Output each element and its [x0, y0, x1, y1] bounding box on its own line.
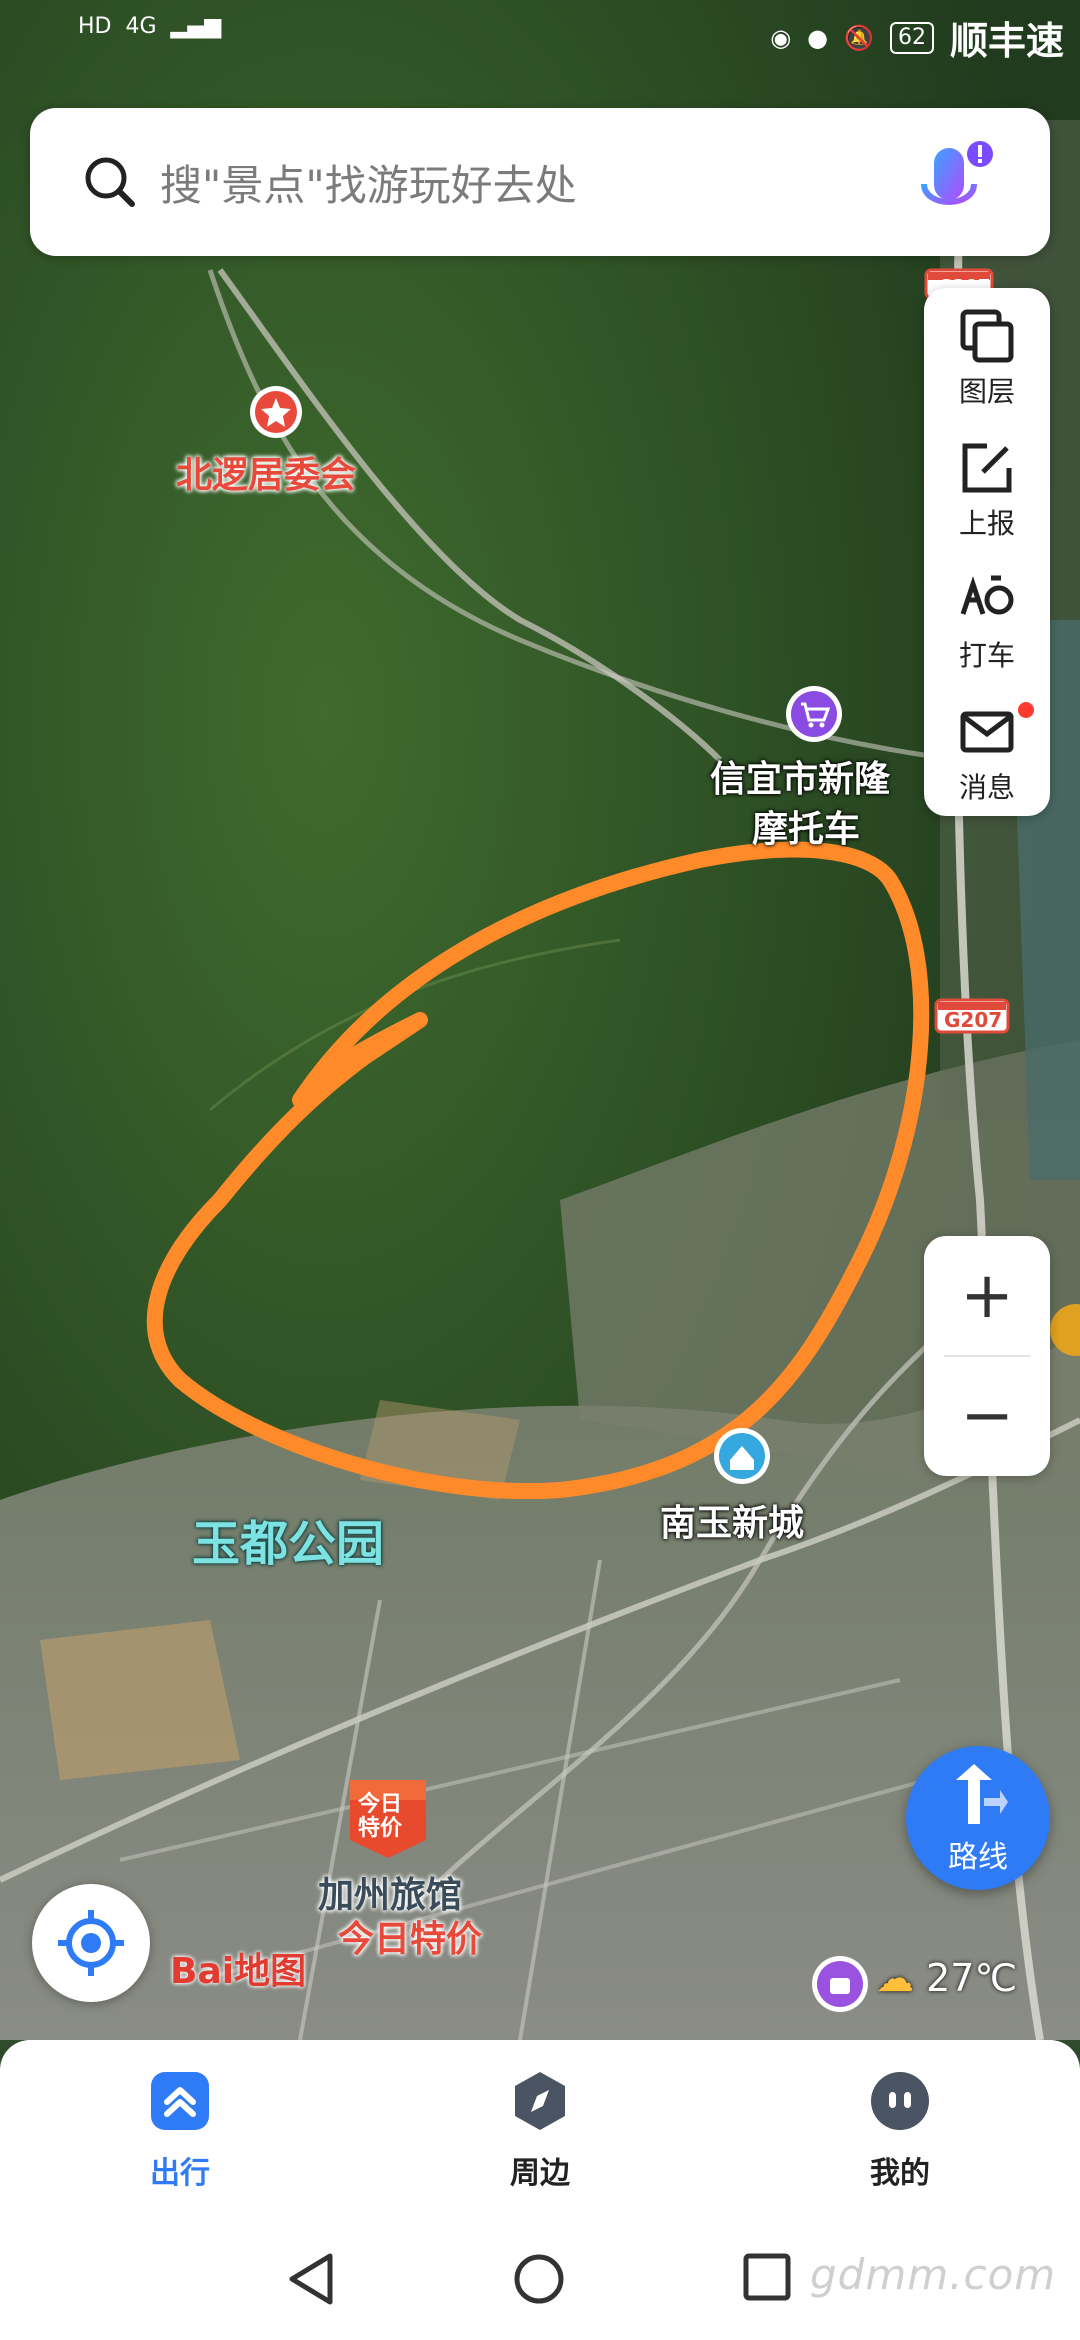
zoom-control: + −	[924, 1236, 1050, 1476]
poi-pin-shopping	[812, 1956, 868, 2012]
nav-nearby-label: 周边	[510, 2156, 570, 2191]
toolbar-messages-label: 消息	[958, 771, 1015, 804]
nav-travel[interactable]: 出行	[80, 2070, 280, 2192]
weather-temp: 27℃	[926, 1956, 1018, 2000]
location-icon: ●	[807, 23, 829, 52]
recents-icon[interactable]	[742, 2252, 792, 2302]
toolbar-taxi-label: 打车	[958, 639, 1015, 672]
layers-icon	[960, 309, 1014, 363]
mail-icon	[960, 711, 1014, 753]
poi-pin-newcity	[714, 1428, 770, 1484]
label-committee[interactable]: 北逻居委会	[176, 446, 356, 498]
label-nanyu-new-city[interactable]: 南玉新城	[660, 1494, 804, 1546]
unread-dot	[1018, 702, 1034, 718]
travel-icon	[151, 2072, 209, 2130]
eye-icon: ◉	[770, 23, 792, 52]
network-indicator: 4G	[125, 14, 157, 39]
route-arrow-icon	[956, 1764, 1008, 1824]
map-toolbar: 图层 上报 打车 消息	[924, 288, 1050, 816]
profile-icon	[871, 2072, 929, 2130]
app-hint: 顺丰速	[949, 19, 1064, 63]
signal-icon: ▂▄▆	[170, 14, 222, 39]
zoom-out-button[interactable]: −	[924, 1356, 1050, 1476]
toolbar-layers-label: 图层	[958, 375, 1015, 408]
report-edit-icon	[962, 443, 1012, 493]
label-motorcycle-shop-line2[interactable]: 摩托车	[752, 800, 860, 852]
nav-profile-label: 我的	[870, 2156, 930, 2191]
poi-pin-committee	[250, 386, 302, 438]
label-yudu-park[interactable]: 玉都公园	[192, 1504, 384, 1574]
label-motorcycle-shop-line1[interactable]: 信宜市新隆	[710, 750, 890, 802]
baidu-map-logo: Bai地图	[170, 1951, 307, 1992]
search-icon	[85, 157, 135, 207]
back-icon[interactable]	[286, 2252, 336, 2306]
hd-indicator: HD	[78, 14, 112, 39]
promo-badge-line2: 特价	[358, 1816, 403, 1841]
toolbar-messages[interactable]: 消息	[924, 684, 1050, 816]
nav-travel-label: 出行	[150, 2156, 210, 2191]
search-placeholder[interactable]: 搜"景点"找游玩好去处	[160, 152, 577, 213]
taxi-icon	[960, 575, 1014, 615]
nav-profile[interactable]: 我的	[800, 2070, 1000, 2192]
weather-widget[interactable]: ☁ 27℃	[876, 1956, 1017, 2000]
watermark: gdmm.com	[810, 2250, 1057, 2299]
voice-mic-icon[interactable]	[906, 136, 996, 236]
satellite-map[interactable]: 北逻居委会 信宜市新隆 摩托车 南玉新城 玉都公园 今日 特价 加州旅馆 今日特…	[0, 0, 1080, 2040]
search-bar[interactable]: 搜"景点"找游玩好去处	[30, 108, 1050, 256]
weather-icon: ☁	[876, 1956, 914, 2000]
toolbar-taxi[interactable]: 打车	[924, 552, 1050, 684]
label-hotel-promo[interactable]: 今日特价	[338, 1910, 482, 1962]
toolbar-layers[interactable]: 图层	[924, 288, 1050, 420]
road-badge-label-mid: G207	[944, 1008, 1003, 1032]
nav-nearby[interactable]: 周边	[440, 2070, 640, 2192]
status-bar: HD 4G ▂▄▆ ◉ ● 🔕 62 顺丰速	[0, 0, 1080, 70]
locate-crosshair-icon	[58, 1910, 124, 1976]
map-imagery	[0, 0, 1080, 2040]
poi-pin-motorcycle	[786, 686, 842, 742]
bottom-nav: 出行 周边 我的	[0, 2040, 1080, 2220]
toolbar-report[interactable]: 上报	[924, 420, 1050, 552]
toolbar-report-label: 上报	[958, 507, 1015, 540]
compass-icon	[515, 2072, 565, 2130]
locate-button[interactable]	[32, 1884, 150, 2002]
route-button-label: 路线	[948, 1840, 1008, 1875]
route-button[interactable]: 路线	[906, 1746, 1050, 1890]
home-icon[interactable]	[512, 2252, 566, 2306]
zoom-in-button[interactable]: +	[924, 1236, 1050, 1356]
battery-indicator: 62	[889, 21, 934, 54]
mute-icon: 🔕	[844, 23, 874, 52]
